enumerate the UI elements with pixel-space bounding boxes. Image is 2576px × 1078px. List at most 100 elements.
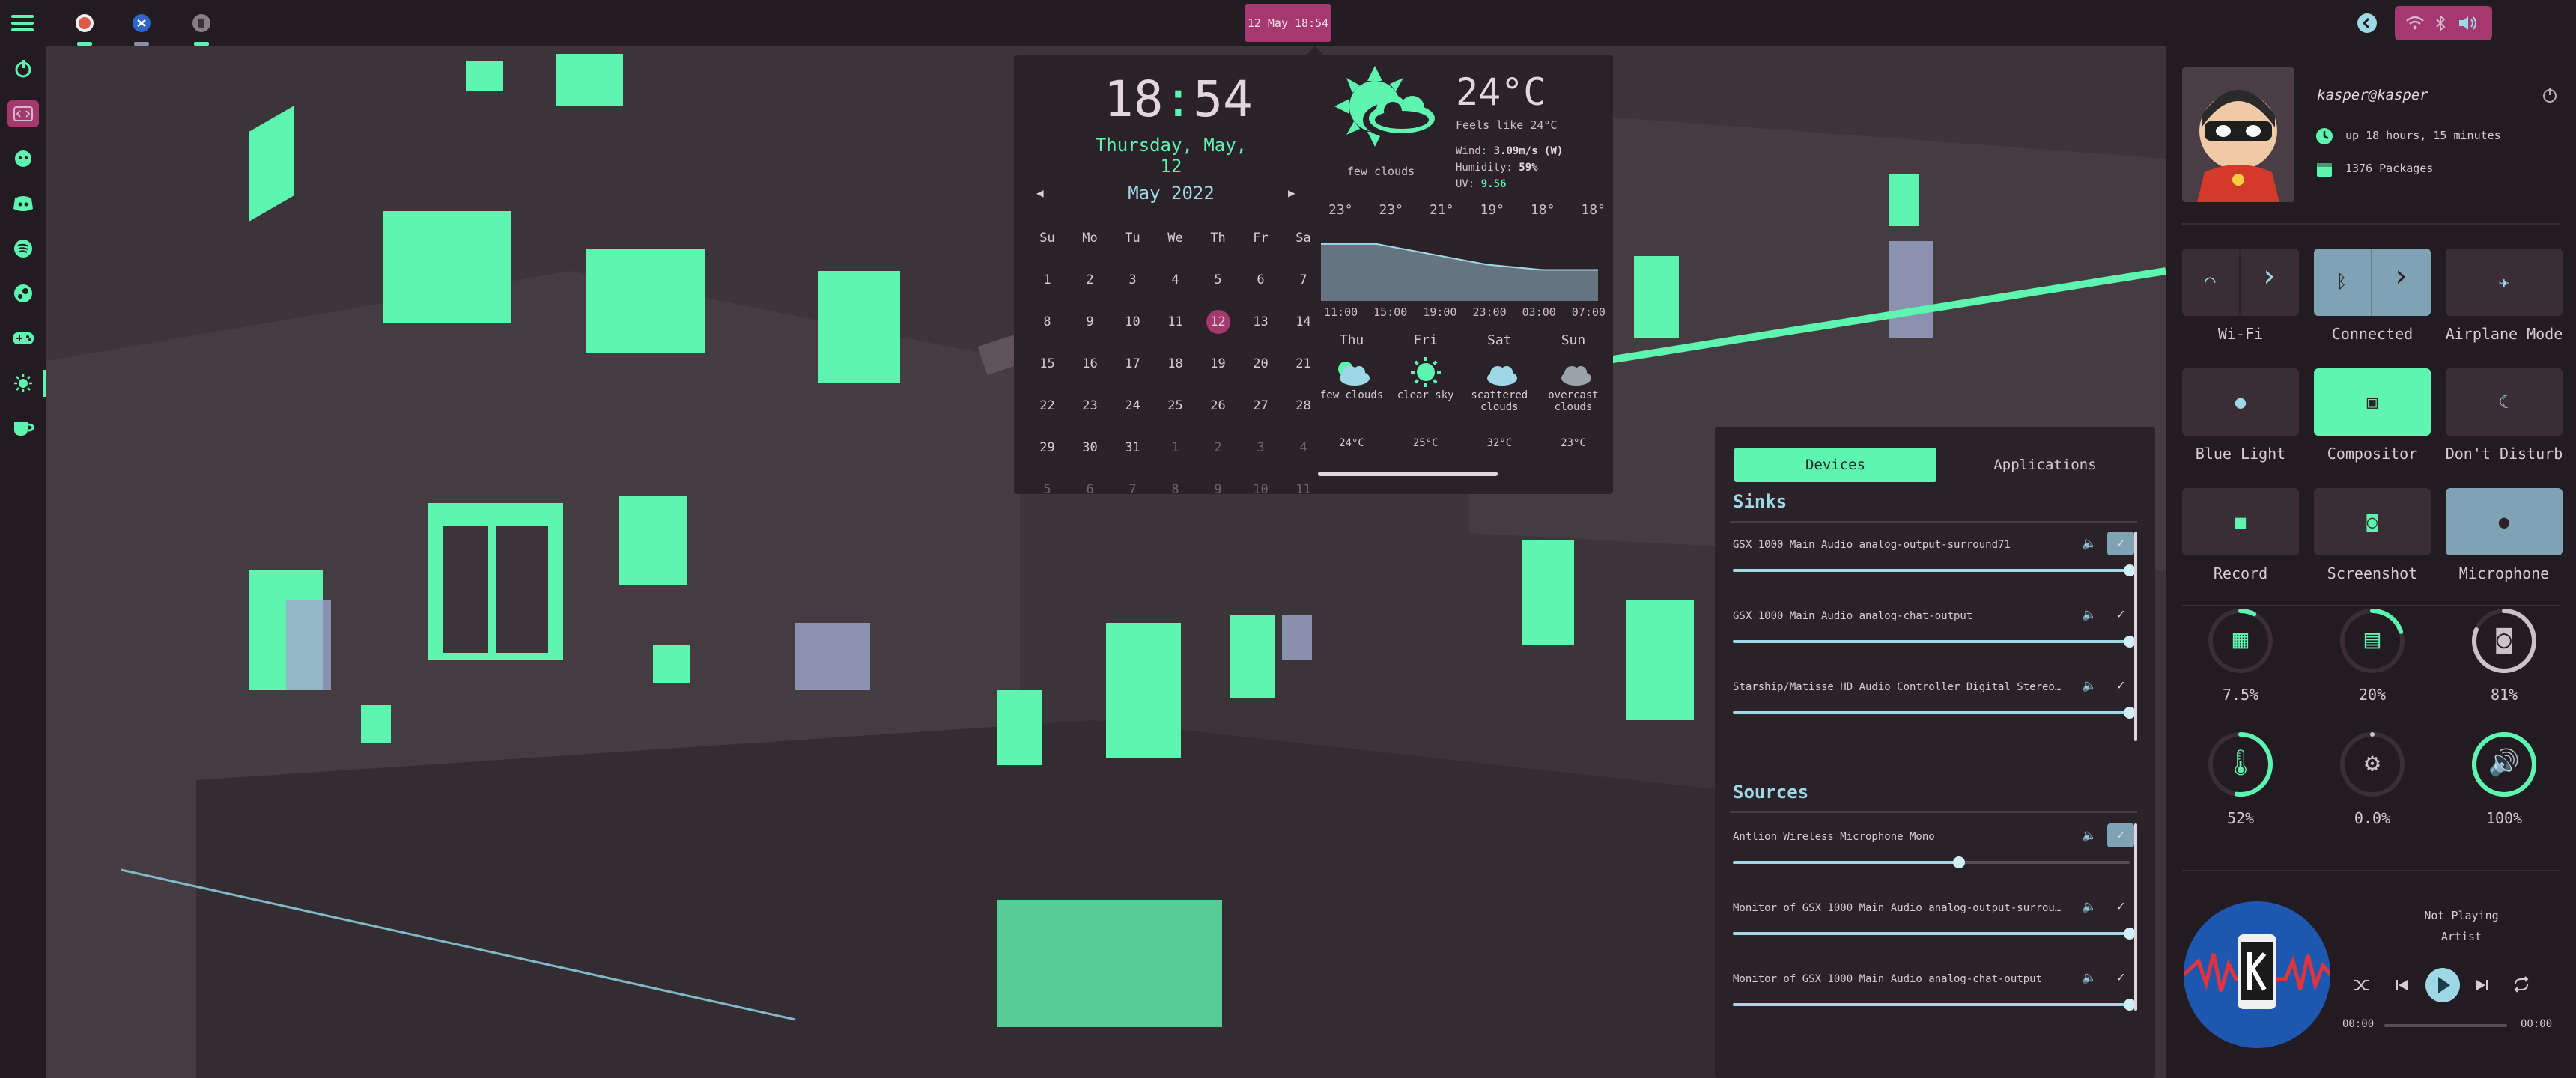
- hourly-temp: 23°: [1328, 202, 1353, 218]
- volume-fill: [1733, 640, 2130, 643]
- default-check-icon[interactable]: ✓: [2107, 674, 2134, 698]
- calendar-day[interactable]: 6: [1239, 259, 1282, 301]
- calendar-day[interactable]: 10: [1111, 301, 1154, 343]
- play-button[interactable]: [2425, 967, 2461, 1003]
- media-progress[interactable]: [2384, 1024, 2507, 1027]
- calendar-day[interactable]: 20: [1239, 343, 1282, 385]
- menu-icon[interactable]: [9, 12, 36, 34]
- tab-applications[interactable]: Applications: [1944, 448, 2146, 482]
- volume-slider[interactable]: [1733, 636, 2136, 648]
- volume-slider[interactable]: [1733, 707, 2136, 719]
- default-check-icon[interactable]: ✓: [2107, 895, 2134, 919]
- calendar-day[interactable]: 16: [1069, 343, 1111, 385]
- clock-pill[interactable]: 12 May 18:54: [1245, 4, 1331, 42]
- spotify-icon[interactable]: [11, 237, 35, 261]
- discord-icon[interactable]: [11, 192, 35, 216]
- previous-icon[interactable]: [2395, 978, 2408, 993]
- coffee-icon[interactable]: [11, 416, 35, 440]
- mute-icon[interactable]: 🔈: [2082, 607, 2097, 621]
- app-indicator: [134, 42, 149, 46]
- top-bar: 12 May 18:54: [0, 0, 2576, 46]
- calendar-day[interactable]: 17: [1111, 343, 1154, 385]
- volume-slider[interactable]: [1733, 999, 2136, 1011]
- steam-icon[interactable]: [11, 281, 35, 305]
- weather-few-clouds-icon: [1334, 66, 1438, 147]
- weather-humidity: Humidity: 59%: [1456, 162, 1538, 174]
- calendar-day[interactable]: 11: [1154, 301, 1197, 343]
- prev-month-button[interactable]: ◀: [1036, 186, 1044, 200]
- next-icon[interactable]: [2476, 978, 2489, 993]
- hourly-area: [1321, 243, 1598, 301]
- vscode-icon[interactable]: [130, 12, 153, 34]
- system-tray[interactable]: [2395, 6, 2492, 40]
- default-check-icon[interactable]: ✓: [2107, 823, 2134, 847]
- wifi-icon: [2406, 16, 2424, 30]
- stat-value: 20%: [2358, 686, 2387, 704]
- calendar-day[interactable]: 6: [1069, 469, 1111, 511]
- calendar-day[interactable]: 4: [1154, 259, 1197, 301]
- app-tray-icon-3[interactable]: [190, 12, 213, 34]
- calendar-day[interactable]: 27: [1239, 385, 1282, 427]
- app-tray-icon-1[interactable]: [73, 12, 96, 34]
- calendar-day[interactable]: 12: [1197, 301, 1239, 343]
- calendar-day[interactable]: 24: [1111, 385, 1154, 427]
- calendar-day[interactable]: 8: [1154, 469, 1197, 511]
- mute-icon[interactable]: 🔈: [2082, 678, 2097, 692]
- gamepad-icon[interactable]: [11, 326, 35, 350]
- next-month-button[interactable]: ▶: [1288, 186, 1295, 200]
- sinks-scrollbar[interactable]: [2134, 532, 2137, 741]
- calendar-day[interactable]: 2: [1069, 259, 1111, 301]
- mute-icon[interactable]: 🔈: [2082, 899, 2097, 913]
- calendar-day[interactable]: 1: [1154, 427, 1197, 469]
- calendar-day[interactable]: 1: [1026, 259, 1069, 301]
- calendar-day[interactable]: 29: [1026, 427, 1069, 469]
- volume-slider[interactable]: [1733, 856, 2130, 868]
- shuffle-icon[interactable]: [2353, 978, 2369, 993]
- default-check-icon[interactable]: ✓: [2107, 603, 2134, 627]
- calendar-day[interactable]: 15: [1026, 343, 1069, 385]
- repeat-icon[interactable]: [2513, 976, 2530, 993]
- volume-slider[interactable]: [1733, 564, 2136, 576]
- device-name: Monitor of GSX 1000 Main Audio analog-ch…: [1733, 973, 2043, 985]
- github-icon[interactable]: [11, 147, 35, 171]
- calendar-day[interactable]: 3: [1239, 427, 1282, 469]
- device-name: GSX 1000 Main Audio analog-output-surrou…: [1733, 539, 2011, 551]
- calendar-day[interactable]: 19: [1197, 343, 1239, 385]
- code-icon[interactable]: [7, 100, 39, 127]
- tab-devices[interactable]: Devices: [1734, 448, 1936, 482]
- sources-scrollbar[interactable]: [2134, 823, 2137, 1011]
- calendar-day[interactable]: 7: [1282, 259, 1325, 301]
- calendar-weather-panel: 18:54 Thursday, May, 12 ◀ May 2022 ▶ Su M…: [1014, 46, 1613, 497]
- calendar-day[interactable]: 30: [1069, 427, 1111, 469]
- volume-slider[interactable]: [1733, 928, 2136, 940]
- mute-icon[interactable]: 🔈: [2082, 536, 2097, 550]
- power-icon[interactable]: [11, 57, 35, 81]
- media-time-end: 00:00: [2521, 1018, 2553, 1030]
- back-arrow-icon[interactable]: [2356, 12, 2378, 34]
- daily-temp: 24°C: [1339, 437, 1364, 449]
- default-check-icon[interactable]: ✓: [2107, 966, 2134, 990]
- calendar-day[interactable]: 10: [1239, 469, 1282, 511]
- calendar-day[interactable]: 22: [1026, 385, 1069, 427]
- mute-icon[interactable]: 🔈: [2082, 970, 2097, 984]
- calendar-day[interactable]: 31: [1111, 427, 1154, 469]
- default-check-icon[interactable]: ✓: [2107, 532, 2134, 555]
- calendar-day[interactable]: 5: [1026, 469, 1069, 511]
- theme-icon[interactable]: [11, 371, 35, 395]
- calendar-day[interactable]: 9: [1197, 469, 1239, 511]
- calendar-day[interactable]: 5: [1197, 259, 1239, 301]
- calendar-day[interactable]: 7: [1111, 469, 1154, 511]
- forecast-scrollbar[interactable]: [1318, 472, 1498, 476]
- calendar-day[interactable]: 23: [1069, 385, 1111, 427]
- calendar-day[interactable]: 25: [1154, 385, 1197, 427]
- calendar-day[interactable]: 2: [1197, 427, 1239, 469]
- calendar-day[interactable]: 26: [1197, 385, 1239, 427]
- calendar-day[interactable]: 8: [1026, 301, 1069, 343]
- calendar-day[interactable]: 18: [1154, 343, 1197, 385]
- volume-knob[interactable]: [1953, 856, 1966, 868]
- clock-colon: :: [1163, 70, 1194, 128]
- calendar-day[interactable]: 9: [1069, 301, 1111, 343]
- calendar-day[interactable]: 3: [1111, 259, 1154, 301]
- calendar-day[interactable]: 13: [1239, 301, 1282, 343]
- mute-icon[interactable]: 🔈: [2082, 828, 2097, 842]
